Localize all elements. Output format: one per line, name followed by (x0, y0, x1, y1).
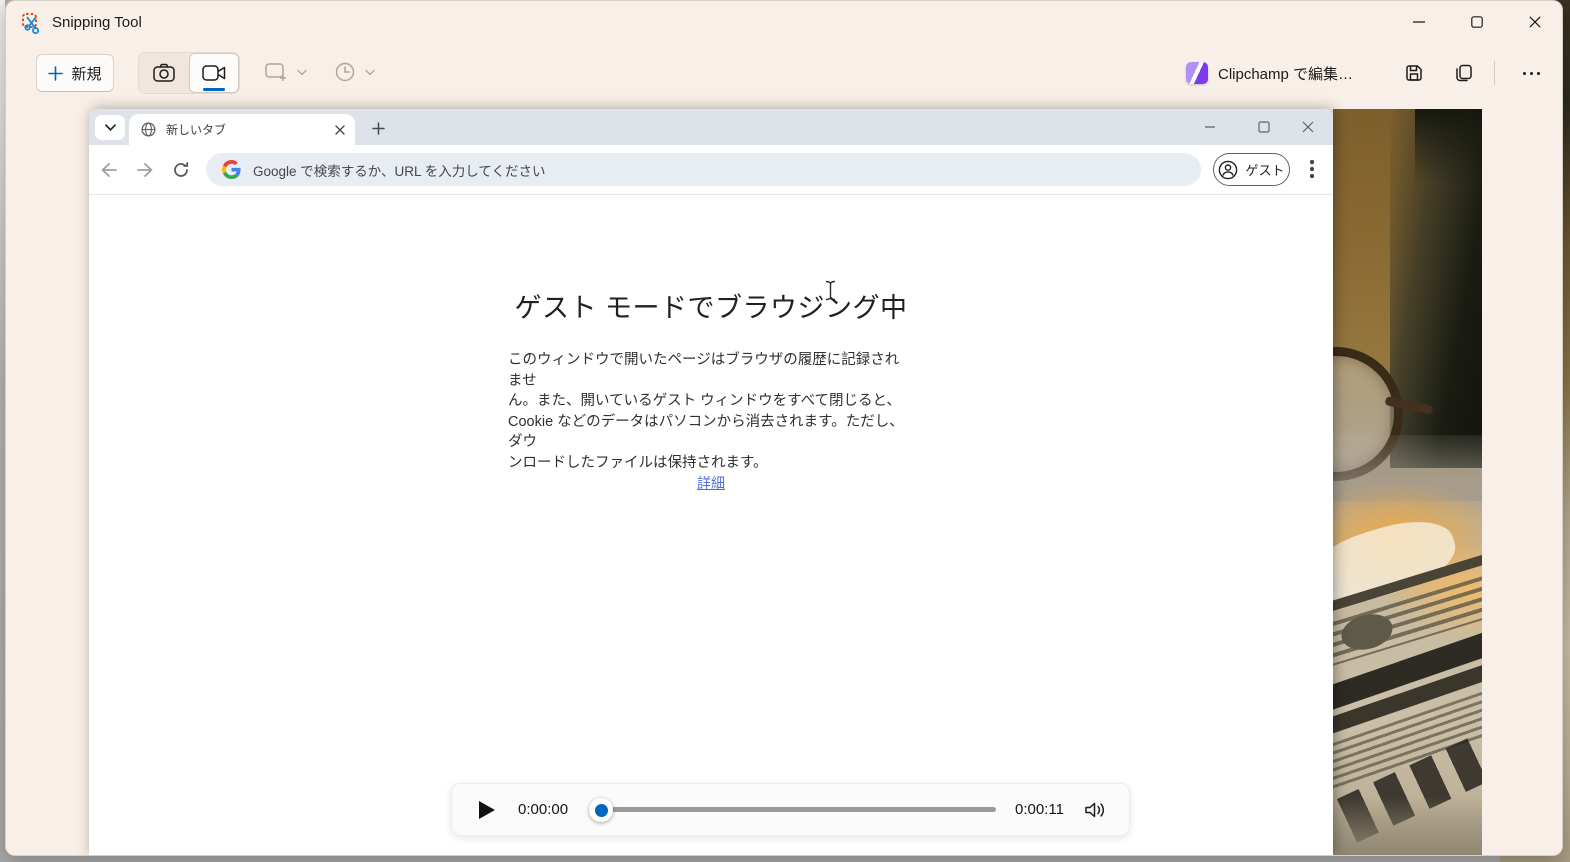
clipchamp-icon (1186, 62, 1208, 84)
recorded-chrome-window: 新しいタブ (89, 109, 1333, 856)
more-options-button[interactable] (1511, 56, 1551, 90)
app-title: Snipping Tool (52, 14, 142, 31)
tab-close-icon[interactable] (335, 125, 345, 135)
back-arrow-icon[interactable] (99, 160, 119, 180)
address-placeholder: Google で検索するか、URL を入力してください (253, 160, 545, 180)
page-description: このウィンドウで開いたページはブラウザの履歴に記録されませ ん。また、開いている… (508, 350, 908, 473)
chevron-down-icon (365, 69, 375, 76)
kebab-menu-icon[interactable] (1299, 155, 1325, 183)
title-bar: Snipping Tool (6, 1, 1562, 46)
chevron-down-icon (297, 69, 307, 76)
seek-thumb[interactable] (589, 798, 613, 822)
playback-controls: 0:00:00 0:00:11 (451, 783, 1130, 836)
page-title: ゲスト モードでブラウジング中 (89, 286, 1333, 325)
play-icon (479, 801, 495, 819)
video-camera-icon (201, 63, 227, 83)
guest-mode-page: ゲスト モードでブラウジング中 このウィンドウで開いたページはブラウザの履歴に記… (89, 196, 1333, 856)
duration-time: 0:00:11 (1015, 801, 1064, 818)
tab-strip: 新しいタブ (89, 109, 1333, 145)
chrome-minimize-button[interactable] (1201, 118, 1219, 136)
volume-icon (1084, 800, 1108, 820)
photo-camera-icon (152, 62, 176, 84)
snip-delay-dropdown[interactable] (334, 57, 375, 87)
video-mode-button[interactable] (189, 53, 239, 93)
google-g-icon (222, 160, 241, 179)
snipping-scissors-icon (22, 13, 44, 35)
recorded-desktop-wallpaper (1333, 109, 1482, 856)
details-link[interactable]: 詳細 (697, 475, 725, 491)
ibeam-cursor (825, 280, 836, 301)
chrome-maximize-button[interactable] (1255, 118, 1273, 136)
edit-in-clipchamp-button[interactable]: Clipchamp で編集… (1186, 56, 1353, 90)
guest-profile-label: ゲスト (1245, 160, 1284, 179)
maximize-button[interactable] (1454, 1, 1500, 43)
copy-button[interactable] (1446, 56, 1482, 90)
new-tab-button[interactable] (365, 118, 391, 138)
seek-bar[interactable] (592, 807, 996, 812)
toolbar-divider (1494, 61, 1495, 85)
play-button[interactable] (472, 797, 502, 823)
guest-person-icon (1218, 160, 1238, 180)
snip-shape-dropdown[interactable] (264, 57, 307, 87)
photo-mode-button[interactable] (139, 53, 189, 93)
minimize-button[interactable] (1396, 1, 1442, 43)
clipchamp-label: Clipchamp で編集… (1218, 63, 1353, 84)
more-ellipsis-icon (1523, 72, 1526, 75)
tab-search-button[interactable] (95, 115, 125, 140)
chrome-close-button[interactable] (1299, 118, 1317, 136)
snipping-tool-window: Snipping Tool 新規 (5, 0, 1563, 856)
capture-mode-toggle (138, 52, 240, 94)
details-link-row: 詳細 (89, 473, 1333, 493)
tab-title: 新しいタブ (166, 121, 335, 138)
region-select-icon (264, 61, 288, 83)
browser-nav-bar: Google で検索するか、URL を入力してください ゲスト (89, 145, 1333, 195)
new-capture-label: 新規 (71, 63, 101, 84)
close-button[interactable] (1512, 1, 1558, 43)
plus-icon (48, 66, 63, 81)
guest-profile-button[interactable]: ゲスト (1213, 153, 1290, 186)
toolbar: 新規 (6, 49, 1562, 99)
video-preview[interactable]: 新しいタブ (89, 109, 1482, 856)
volume-button[interactable] (1082, 798, 1110, 822)
save-button[interactable] (1396, 56, 1432, 90)
selected-mode-indicator (203, 88, 225, 91)
delay-clock-icon (334, 61, 356, 83)
globe-icon (141, 122, 156, 137)
active-tab[interactable]: 新しいタブ (129, 114, 355, 145)
reload-icon[interactable] (171, 160, 191, 180)
current-time: 0:00:00 (518, 801, 568, 818)
forward-arrow-icon[interactable] (135, 160, 155, 180)
address-bar[interactable]: Google で検索するか、URL を入力してください (206, 153, 1201, 186)
new-capture-button[interactable]: 新規 (36, 54, 114, 92)
